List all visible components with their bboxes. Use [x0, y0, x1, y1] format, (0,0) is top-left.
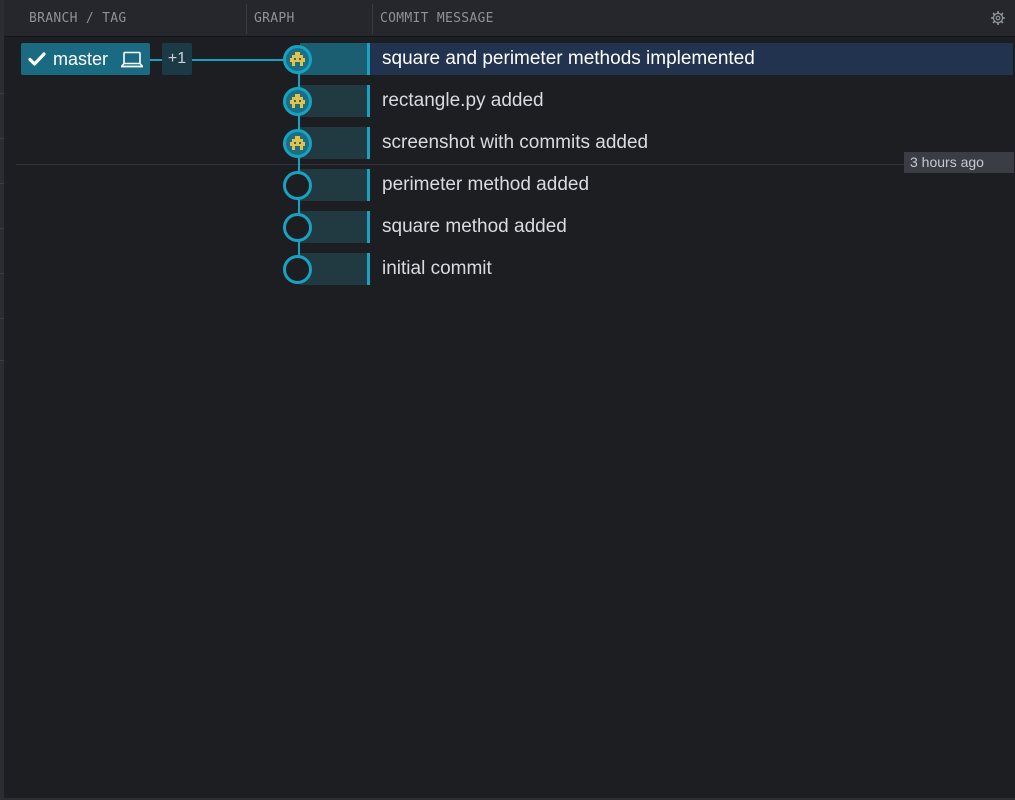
- check-icon: [28, 51, 46, 72]
- commit-message[interactable]: square and perimeter methods implemented: [382, 43, 755, 75]
- gear-icon[interactable]: [991, 11, 1005, 25]
- commit-message-column-header[interactable]: COMMIT MESSAGE: [380, 0, 494, 36]
- graph-row-edge: [367, 253, 370, 285]
- left-panel-edge: [0, 0, 4, 800]
- graph-row-edge: [367, 43, 370, 75]
- column-resize-handle[interactable]: [372, 4, 373, 34]
- commit-node-avatar[interactable]: [283, 87, 312, 116]
- graph-column-header[interactable]: GRAPH: [254, 0, 295, 36]
- commit-message[interactable]: screenshot with commits added: [382, 127, 648, 159]
- commit-node[interactable]: [283, 213, 312, 242]
- avatar-icon: [290, 52, 305, 66]
- avatar-icon: [290, 94, 305, 108]
- commit-message[interactable]: initial commit: [382, 253, 492, 285]
- graph-row-edge: [367, 127, 370, 159]
- branch-tag-master[interactable]: master: [21, 43, 150, 75]
- commit-node-avatar[interactable]: [283, 129, 312, 158]
- commit-node[interactable]: [283, 255, 312, 284]
- commit-message[interactable]: square method added: [382, 211, 567, 243]
- graph-row-edge: [367, 85, 370, 117]
- avatar-icon: [290, 136, 305, 150]
- graph-row-edge: [367, 211, 370, 243]
- more-branches-badge[interactable]: +1: [162, 43, 192, 75]
- branch-tag-column-header[interactable]: BRANCH / TAG: [29, 0, 127, 36]
- branch-name: master: [53, 49, 109, 69]
- graph-row-edge: [367, 169, 370, 201]
- commit-message[interactable]: rectangle.py added: [382, 85, 544, 117]
- commit-node[interactable]: [283, 171, 312, 200]
- laptop-icon: [120, 51, 144, 73]
- commit-node-avatar[interactable]: [283, 45, 312, 74]
- branch-connector: [192, 59, 284, 61]
- commit-message[interactable]: perimeter method added: [382, 169, 589, 201]
- column-resize-handle[interactable]: [246, 4, 247, 34]
- branch-connector: [150, 59, 162, 61]
- graph-header: BRANCH / TAG GRAPH COMMIT MESSAGE: [4, 0, 1015, 37]
- time-divider: [16, 164, 904, 165]
- time-marker: 3 hours ago: [904, 152, 1014, 173]
